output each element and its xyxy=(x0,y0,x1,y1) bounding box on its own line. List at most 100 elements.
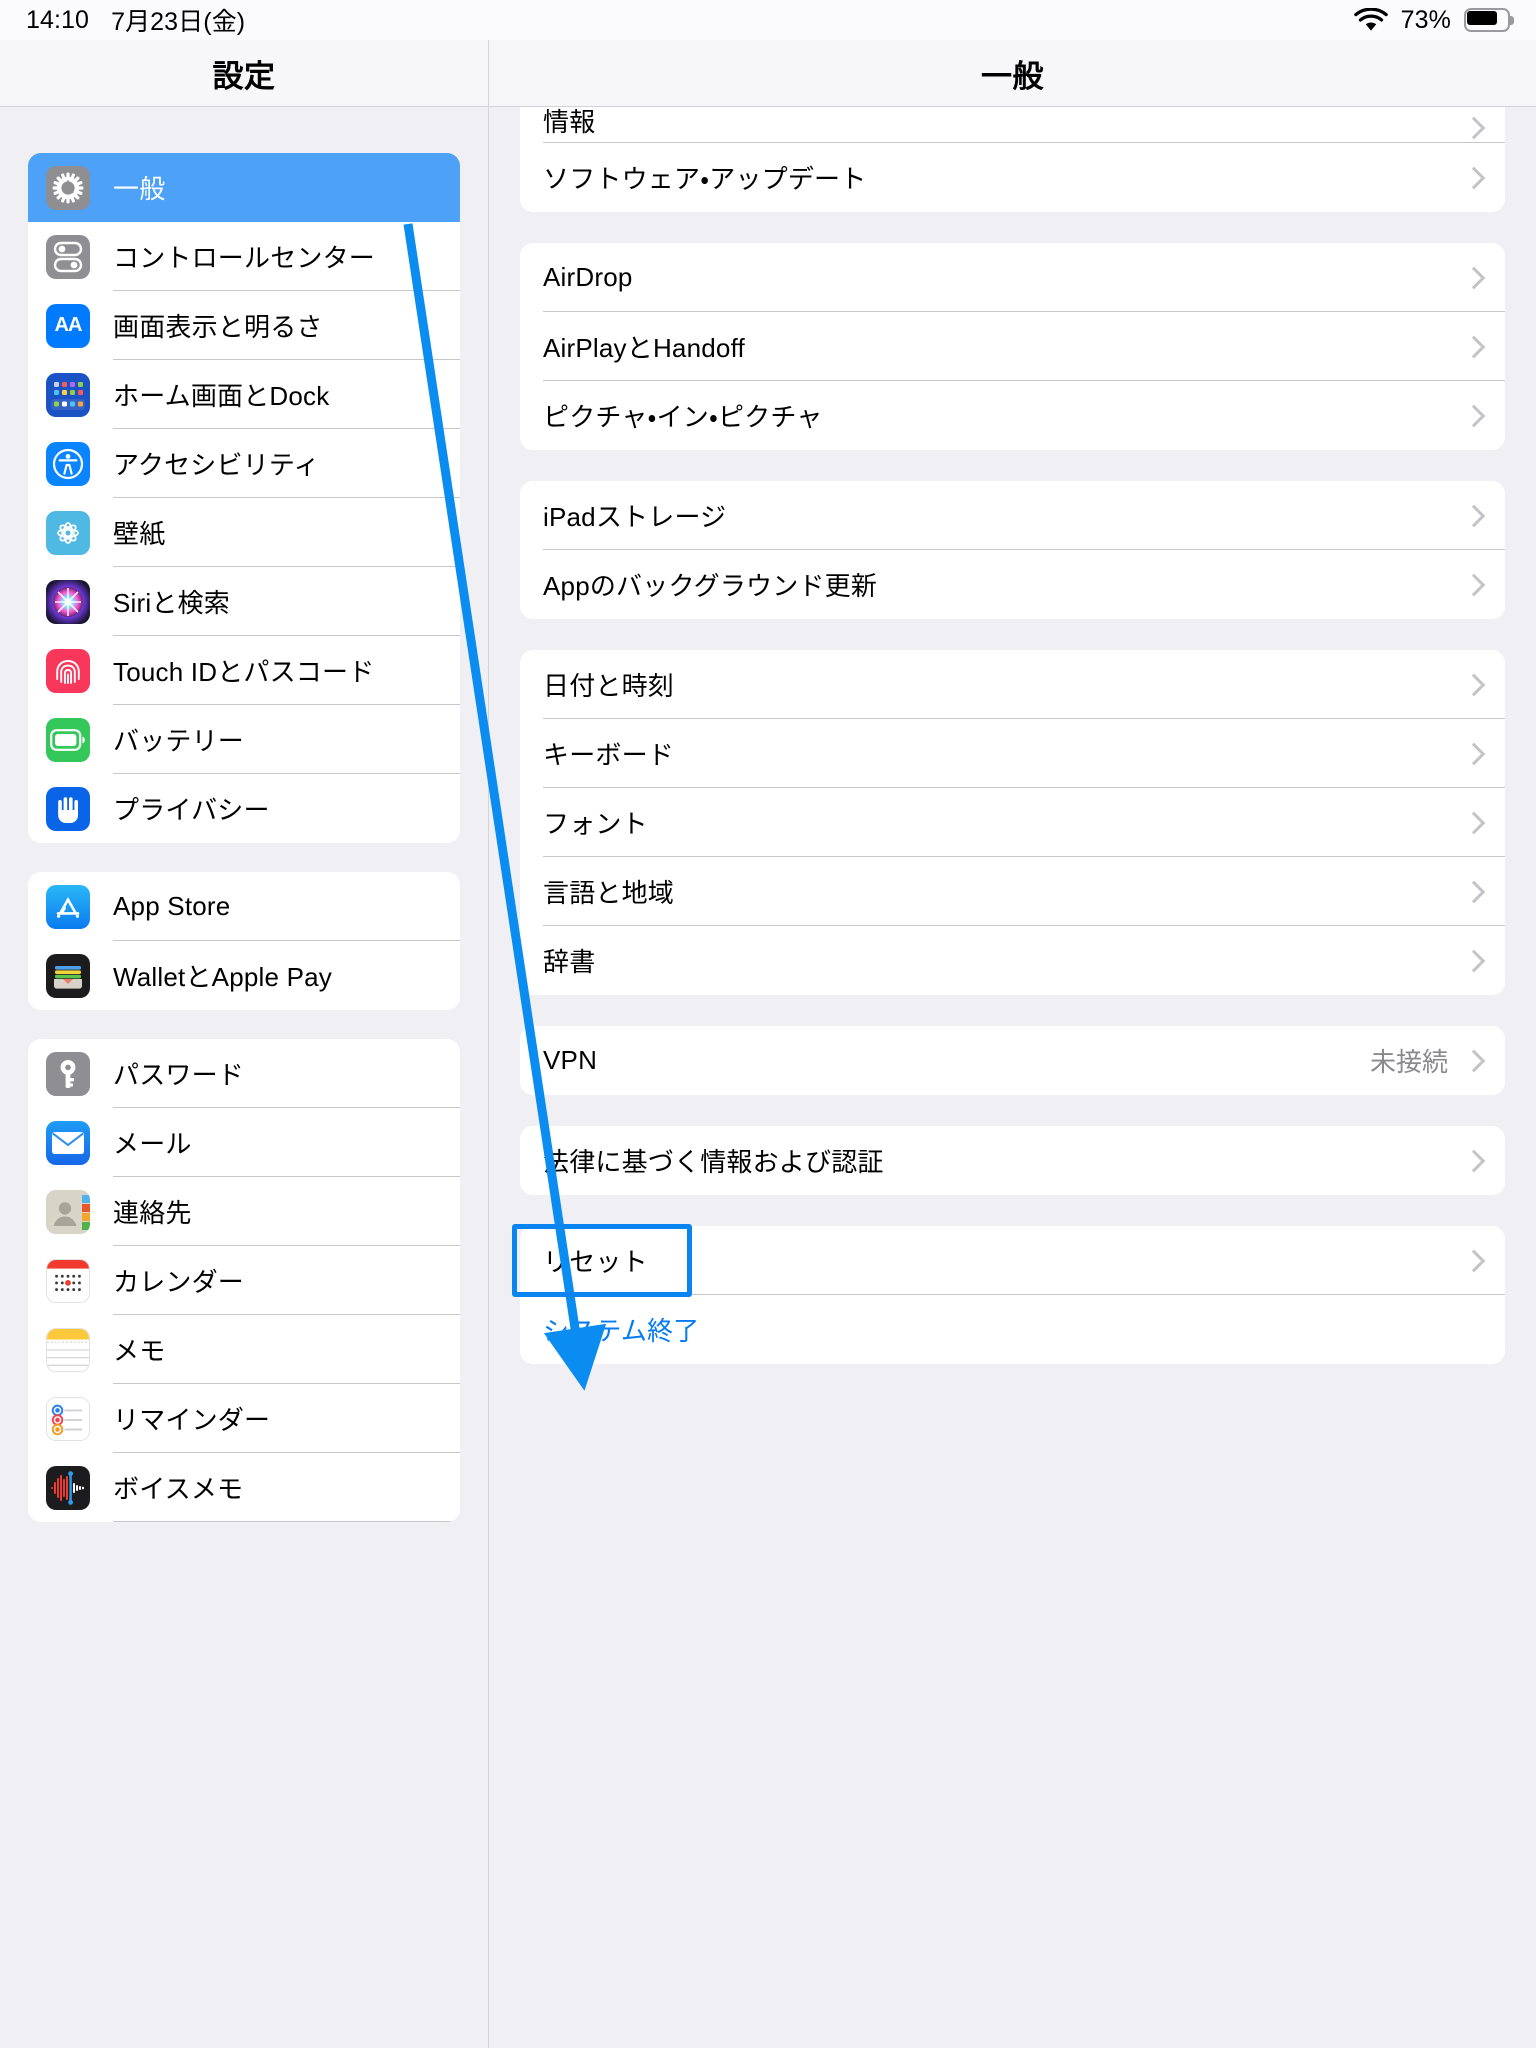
calendar-icon xyxy=(46,1258,90,1303)
detail-row-keyboard[interactable]: キーボード xyxy=(520,719,1505,788)
sidebar-group-system: 一般 コントロールセンター AA 画面表示と明るさ ホーム画面とDock アクセ… xyxy=(28,153,460,843)
sidebar-item-touch-id-passcode[interactable]: Touch IDとパスコード xyxy=(28,636,460,705)
sidebar-item-label: メール xyxy=(113,1129,192,1159)
sidebar-item-control-center[interactable]: コントロールセンター xyxy=(28,222,460,291)
row-label: 法律に基づく情報および認証 xyxy=(543,1147,884,1177)
sidebar-item-contacts[interactable]: 連絡先 xyxy=(28,1177,460,1246)
sidebar-item-label: Touch IDとパスコード xyxy=(113,657,375,687)
row-label: リセット xyxy=(543,1247,648,1277)
battery-icon xyxy=(1464,8,1514,32)
sidebar-item-calendar[interactable]: カレンダー xyxy=(28,1246,460,1315)
row-label: ピクチャ・イン・ピクチャ xyxy=(543,402,823,432)
sidebar-item-privacy[interactable]: プライバシー xyxy=(28,774,460,843)
status-bar-right: 73% xyxy=(1353,5,1514,35)
privacy-hand-icon xyxy=(46,786,90,831)
sidebar-item-accessibility[interactable]: アクセシビリティ xyxy=(28,429,460,498)
detail-row-fonts[interactable]: フォント xyxy=(520,788,1505,857)
sidebar-item-label: コントロールセンター xyxy=(113,243,376,273)
sidebar-group-store: App Store WalletとApple Pay xyxy=(28,872,460,1010)
detail-row-vpn[interactable]: VPN 未接続 xyxy=(520,1026,1505,1095)
wallpaper-icon xyxy=(46,510,90,555)
battery-percent: 73% xyxy=(1400,5,1451,34)
chevron-right-icon xyxy=(1465,674,1478,696)
detail-row-airdrop[interactable]: AirDrop xyxy=(520,243,1505,312)
detail-row-legal-regulatory[interactable]: 法律に基づく情報および認証 xyxy=(520,1126,1505,1195)
row-label: iPadストレージ xyxy=(543,502,727,532)
sidebar-item-reminders[interactable]: リマインダー xyxy=(28,1384,460,1453)
chevron-right-icon xyxy=(1465,117,1478,139)
contacts-icon xyxy=(46,1189,90,1234)
sidebar-item-wallet-apple-pay[interactable]: WalletとApple Pay xyxy=(28,941,460,1010)
detail-navbar: 一般 xyxy=(489,40,1536,106)
sidebar-item-siri-search[interactable]: Siriと検索 xyxy=(28,567,460,636)
sidebar-item-label: WalletとApple Pay xyxy=(113,962,332,992)
row-label: ソフトウェア・アップデート xyxy=(543,164,867,194)
sidebar-title: 設定 xyxy=(212,58,276,94)
row-label: システム終了 xyxy=(543,1316,700,1346)
detail-row-picture-in-picture[interactable]: ピクチャ・イン・ピクチャ xyxy=(520,381,1505,450)
notes-icon xyxy=(46,1327,90,1372)
status-bar-left: 14:10 7月23日(金) xyxy=(26,2,245,38)
row-label: AirPlayとHandoff xyxy=(543,333,745,363)
detail-row-shut-down[interactable]: システム終了 xyxy=(520,1295,1505,1364)
sidebar-item-notes[interactable]: メモ xyxy=(28,1315,460,1384)
sidebar-item-app-store[interactable]: App Store xyxy=(28,872,460,941)
sidebar-item-label: App Store xyxy=(113,891,231,921)
detail-row-about[interactable]: 情報 xyxy=(520,107,1505,143)
status-bar: 14:10 7月23日(金) 73% xyxy=(0,0,1536,40)
chevron-right-icon xyxy=(1465,267,1478,289)
detail-row-dictionary[interactable]: 辞書 xyxy=(520,926,1505,995)
chevron-right-icon xyxy=(1465,336,1478,358)
split-view: 一般 コントロールセンター AA 画面表示と明るさ ホーム画面とDock アクセ… xyxy=(0,107,1536,2048)
sidebar-item-display-brightness[interactable]: AA 画面表示と明るさ xyxy=(28,291,460,360)
detail-group-storage: iPadストレージ Appのバックグラウンド更新 xyxy=(520,481,1505,619)
row-separator xyxy=(113,1521,460,1522)
sidebar-item-label: 画面表示と明るさ xyxy=(113,312,323,342)
sidebar-item-battery[interactable]: バッテリー xyxy=(28,705,460,774)
detail-row-software-update[interactable]: ソフトウェア・アップデート xyxy=(520,143,1505,212)
row-label: キーボード xyxy=(543,740,675,770)
row-label: Appのバックグラウンド更新 xyxy=(543,571,878,601)
row-label: フォント xyxy=(543,809,648,839)
chevron-right-icon xyxy=(1465,950,1478,972)
detail-group-about: 情報 ソフトウェア・アップデート xyxy=(520,107,1505,212)
row-label: 情報 xyxy=(543,107,596,137)
sidebar-item-label: アクセシビリティ xyxy=(113,450,320,480)
detail-row-ipad-storage[interactable]: iPadストレージ xyxy=(520,481,1505,550)
detail-row-airplay-handoff[interactable]: AirPlayとHandoff xyxy=(520,312,1505,381)
chevron-right-icon xyxy=(1465,881,1478,903)
chevron-right-icon xyxy=(1465,812,1478,834)
sidebar-item-passwords[interactable]: パスワード xyxy=(28,1039,460,1108)
chevron-right-icon xyxy=(1465,405,1478,427)
chevron-right-icon xyxy=(1465,167,1478,189)
chevron-right-icon xyxy=(1465,1250,1478,1272)
sidebar-item-label: リマインダー xyxy=(113,1405,271,1435)
detail-row-date-time[interactable]: 日付と時刻 xyxy=(520,650,1505,719)
wifi-icon xyxy=(1353,7,1388,33)
sidebar-item-wallpaper[interactable]: 壁紙 xyxy=(28,498,460,567)
row-label: 日付と時刻 xyxy=(543,671,675,701)
detail-row-language-region[interactable]: 言語と地域 xyxy=(520,857,1505,926)
sidebar-item-general[interactable]: 一般 xyxy=(28,153,460,222)
sidebar-item-label: ボイスメモ xyxy=(113,1474,244,1504)
sidebar-item-mail[interactable]: メール xyxy=(28,1108,460,1177)
chevron-right-icon xyxy=(1465,1150,1478,1172)
settings-sidebar[interactable]: 一般 コントロールセンター AA 画面表示と明るさ ホーム画面とDock アクセ… xyxy=(0,107,489,2048)
detail-row-reset[interactable]: リセット xyxy=(520,1226,1505,1295)
general-settings-pane[interactable]: 情報 ソフトウェア・アップデート AirDrop AirPlayとHandoff xyxy=(489,107,1536,2048)
row-label: VPN xyxy=(543,1045,598,1075)
app-store-icon xyxy=(46,884,90,929)
wallet-icon xyxy=(46,953,90,998)
detail-row-background-app-refresh[interactable]: Appのバックグラウンド更新 xyxy=(520,550,1505,619)
siri-icon xyxy=(46,579,90,624)
navigation-bars: 設定 一般 xyxy=(0,40,1536,106)
sidebar-item-label: 連絡先 xyxy=(113,1198,192,1228)
battery-settings-icon xyxy=(46,717,90,762)
sidebar-item-label: Siriと検索 xyxy=(113,588,230,618)
sidebar-group-apps: パスワード メール 連絡先 カレンダー メモ リマインダー ボイスメモ xyxy=(28,1039,460,1522)
sidebar-navbar: 設定 xyxy=(0,40,489,106)
chevron-right-icon xyxy=(1465,505,1478,527)
sidebar-item-voice-memos[interactable]: ボイスメモ xyxy=(28,1453,460,1522)
detail-group-sharing: AirDrop AirPlayとHandoff ピクチャ・イン・ピクチャ xyxy=(520,243,1505,450)
sidebar-item-home-screen-dock[interactable]: ホーム画面とDock xyxy=(28,360,460,429)
